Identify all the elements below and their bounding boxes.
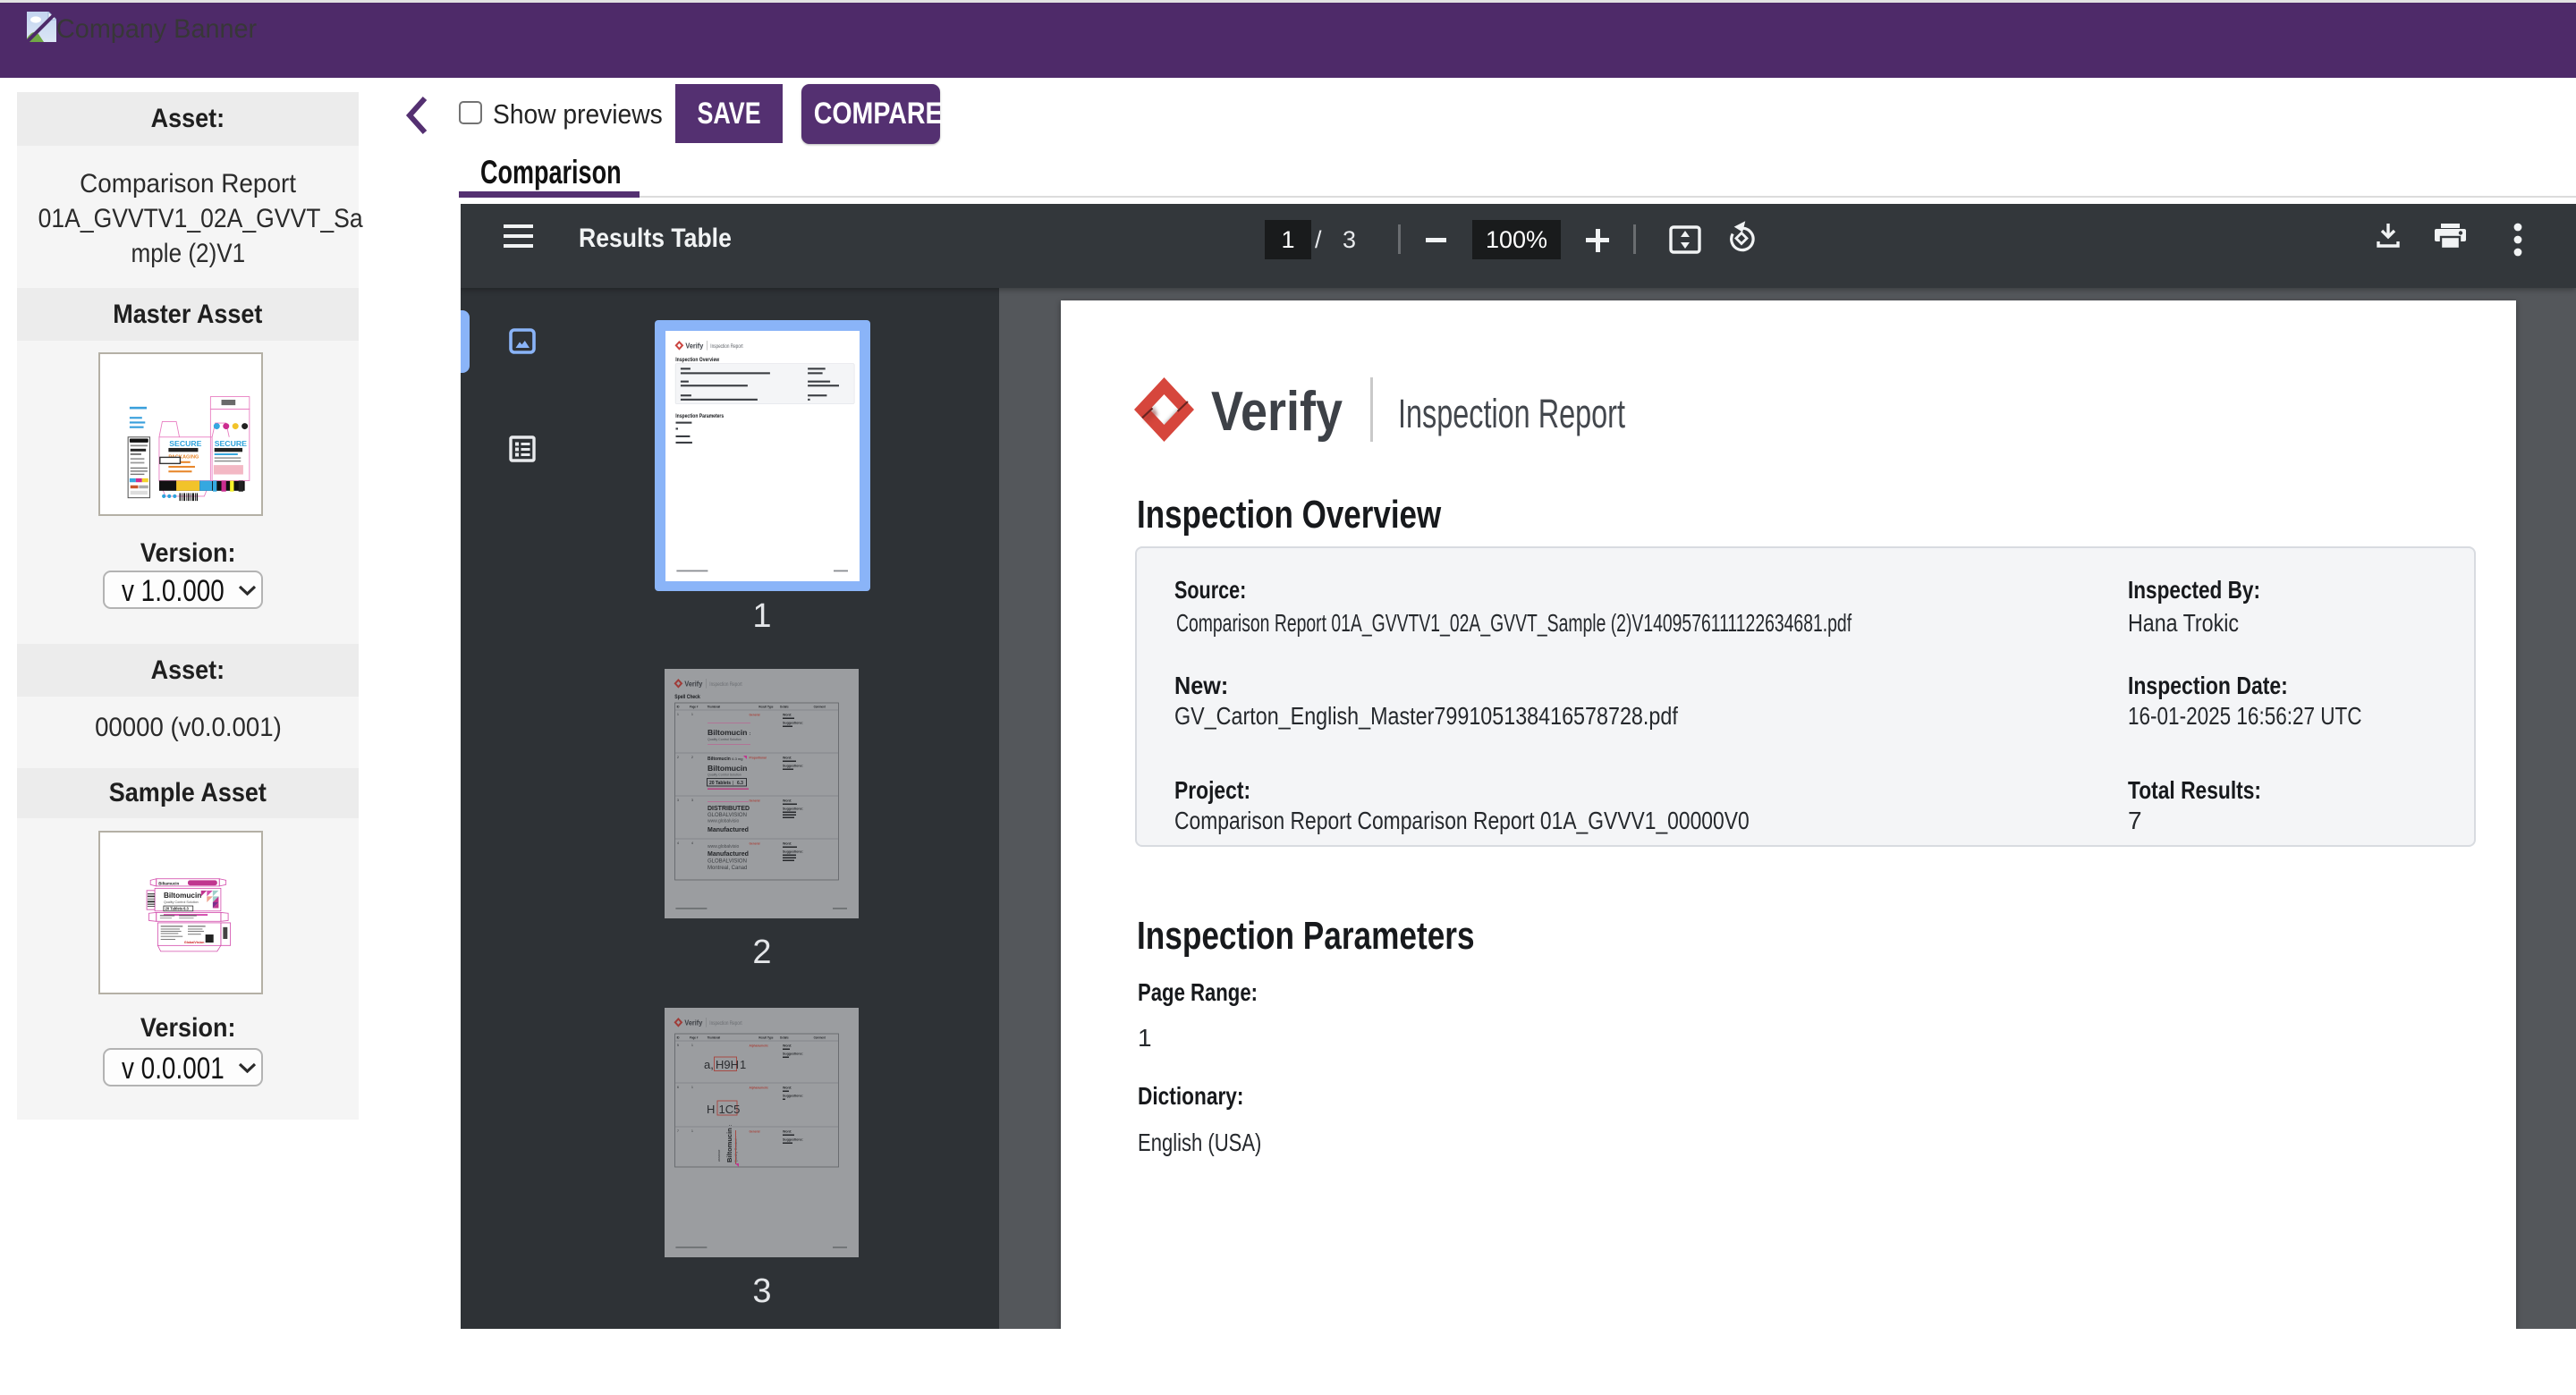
svg-text:Biltomucin: Biltomucin bbox=[708, 764, 747, 773]
svg-text:Verify: Verify bbox=[685, 342, 703, 351]
svg-text:GLOBALVISION: GLOBALVISION bbox=[708, 859, 747, 865]
svg-text:Suggestions:: Suggestions: bbox=[783, 850, 803, 854]
svg-text:Word:: Word: bbox=[783, 1044, 792, 1048]
svg-text:www.globalvisio: www.globalvisio bbox=[708, 844, 740, 850]
svg-text:Inspection Parameters: Inspection Parameters bbox=[675, 413, 724, 419]
svg-text:Quality Control Solution: Quality Control Solution bbox=[164, 900, 199, 904]
svg-text:www.globalvisio: www.globalvisio bbox=[708, 819, 740, 824]
svg-text:Thumbnail: Thumbnail bbox=[708, 705, 721, 708]
svg-text:7: 7 bbox=[677, 1129, 679, 1133]
svg-text:3: 3 bbox=[677, 799, 679, 802]
svg-text:Suggestions:: Suggestions: bbox=[783, 1138, 803, 1142]
svg-text:Spell Check: Spell Check bbox=[674, 695, 700, 701]
svg-text:1: 1 bbox=[740, 1058, 746, 1071]
svg-text:Result Type: Result Type bbox=[758, 705, 773, 708]
svg-text:ID: ID bbox=[677, 1036, 681, 1039]
svg-text:Result Type: Result Type bbox=[758, 1036, 773, 1039]
svg-text:6.3: 6.3 bbox=[737, 781, 743, 786]
svg-text:5: 5 bbox=[677, 1044, 679, 1047]
svg-text:Inspection Report: Inspection Report bbox=[709, 1020, 742, 1027]
svg-text:Biltamucin: Biltamucin bbox=[158, 881, 179, 885]
svg-text:2: 2 bbox=[691, 756, 693, 759]
svg-text:6.3: 6.3 bbox=[183, 907, 189, 911]
svg-text:Biltomucin :: Biltomucin : bbox=[708, 728, 751, 737]
svg-text:SECURE: SECURE bbox=[169, 439, 201, 448]
svg-text:Comment: Comment bbox=[814, 705, 826, 708]
svg-text:Word:: Word: bbox=[783, 757, 792, 760]
svg-text:General: General bbox=[750, 799, 760, 802]
svg-text:Page #: Page # bbox=[690, 705, 699, 708]
svg-text:Inspection Report: Inspection Report bbox=[709, 681, 742, 688]
svg-text:4: 4 bbox=[677, 841, 679, 845]
svg-text:H: H bbox=[707, 1103, 715, 1116]
svg-text:Thumbnail: Thumbnail bbox=[708, 1036, 721, 1039]
svg-text:Quality Control Solution: Quality Control Solution bbox=[708, 774, 741, 777]
svg-text:Montreal, Canad: Montreal, Canad bbox=[708, 866, 747, 871]
svg-text:1: 1 bbox=[677, 713, 679, 716]
svg-text:Biltomucin 6.3 mg: Biltomucin 6.3 mg bbox=[708, 757, 742, 762]
svg-text:3: 3 bbox=[691, 799, 693, 802]
svg-text:Alphanumeric: Alphanumeric bbox=[750, 1044, 769, 1047]
svg-text:1: 1 bbox=[691, 713, 693, 716]
svg-text:Suggestions:: Suggestions: bbox=[783, 722, 803, 725]
svg-text:Comment: Comment bbox=[814, 1036, 826, 1039]
svg-text:GlobalVision: GlobalVision bbox=[184, 941, 205, 944]
svg-text:1: 1 bbox=[691, 1129, 693, 1133]
svg-text:Manufactured: Manufactured bbox=[708, 851, 749, 858]
svg-text:2: 2 bbox=[677, 756, 679, 759]
svg-text:H9H: H9H bbox=[716, 1058, 739, 1071]
svg-text:a,: a, bbox=[704, 1058, 714, 1071]
svg-text:Details: Details bbox=[780, 705, 789, 708]
svg-text:1: 1 bbox=[691, 1044, 693, 1047]
svg-text:Verify: Verify bbox=[684, 680, 702, 689]
svg-text:4: 4 bbox=[691, 841, 693, 845]
svg-text:General: General bbox=[750, 1129, 760, 1133]
svg-text:General: General bbox=[750, 841, 760, 845]
svg-text:1: 1 bbox=[691, 1086, 693, 1089]
svg-text:ID: ID bbox=[677, 705, 681, 708]
svg-text:Proportional: Proportional bbox=[750, 756, 767, 759]
svg-text:Alphanumeric: Alphanumeric bbox=[750, 1086, 769, 1089]
svg-text:6: 6 bbox=[677, 1086, 679, 1089]
svg-text:Details: Details bbox=[780, 1036, 789, 1039]
svg-text:Suggestions:: Suggestions: bbox=[783, 1095, 803, 1098]
svg-text:1C5: 1C5 bbox=[719, 1103, 741, 1116]
svg-text:SECURE: SECURE bbox=[215, 439, 247, 448]
svg-text:Quality Control Solution: Quality Control Solution bbox=[708, 738, 741, 741]
svg-text:20 Tablets: 20 Tablets bbox=[165, 907, 183, 911]
svg-text:General: General bbox=[750, 713, 760, 716]
svg-text:DISTRIBUTED: DISTRIBUTED bbox=[708, 806, 750, 812]
svg-text:Suggestions:: Suggestions: bbox=[783, 807, 803, 811]
svg-text:Word:: Word: bbox=[783, 1086, 792, 1090]
svg-text:Page #: Page # bbox=[690, 1036, 699, 1039]
svg-text:Biltomucin :: Biltomucin : bbox=[725, 1124, 733, 1162]
svg-text:20 Tablets: 20 Tablets bbox=[709, 781, 731, 786]
svg-text:Word:: Word: bbox=[783, 842, 792, 846]
svg-text:Verify: Verify bbox=[684, 1019, 702, 1027]
svg-text:Word:: Word: bbox=[783, 799, 792, 803]
svg-text:Suggestions:: Suggestions: bbox=[783, 1053, 803, 1056]
svg-text:Inspection Report: Inspection Report bbox=[710, 343, 743, 350]
svg-text:Word:: Word: bbox=[783, 1130, 792, 1134]
svg-text:Manufactured: Manufactured bbox=[708, 827, 749, 833]
svg-text:########: ######## bbox=[717, 1149, 721, 1162]
svg-text:Inspection Overview: Inspection Overview bbox=[675, 358, 719, 364]
svg-text:GLOBALVISION: GLOBALVISION bbox=[708, 813, 747, 818]
svg-text:Word:: Word: bbox=[783, 714, 792, 717]
svg-text:Suggestions:: Suggestions: bbox=[783, 765, 803, 768]
svg-text:Biltomucin: Biltomucin bbox=[164, 892, 201, 900]
